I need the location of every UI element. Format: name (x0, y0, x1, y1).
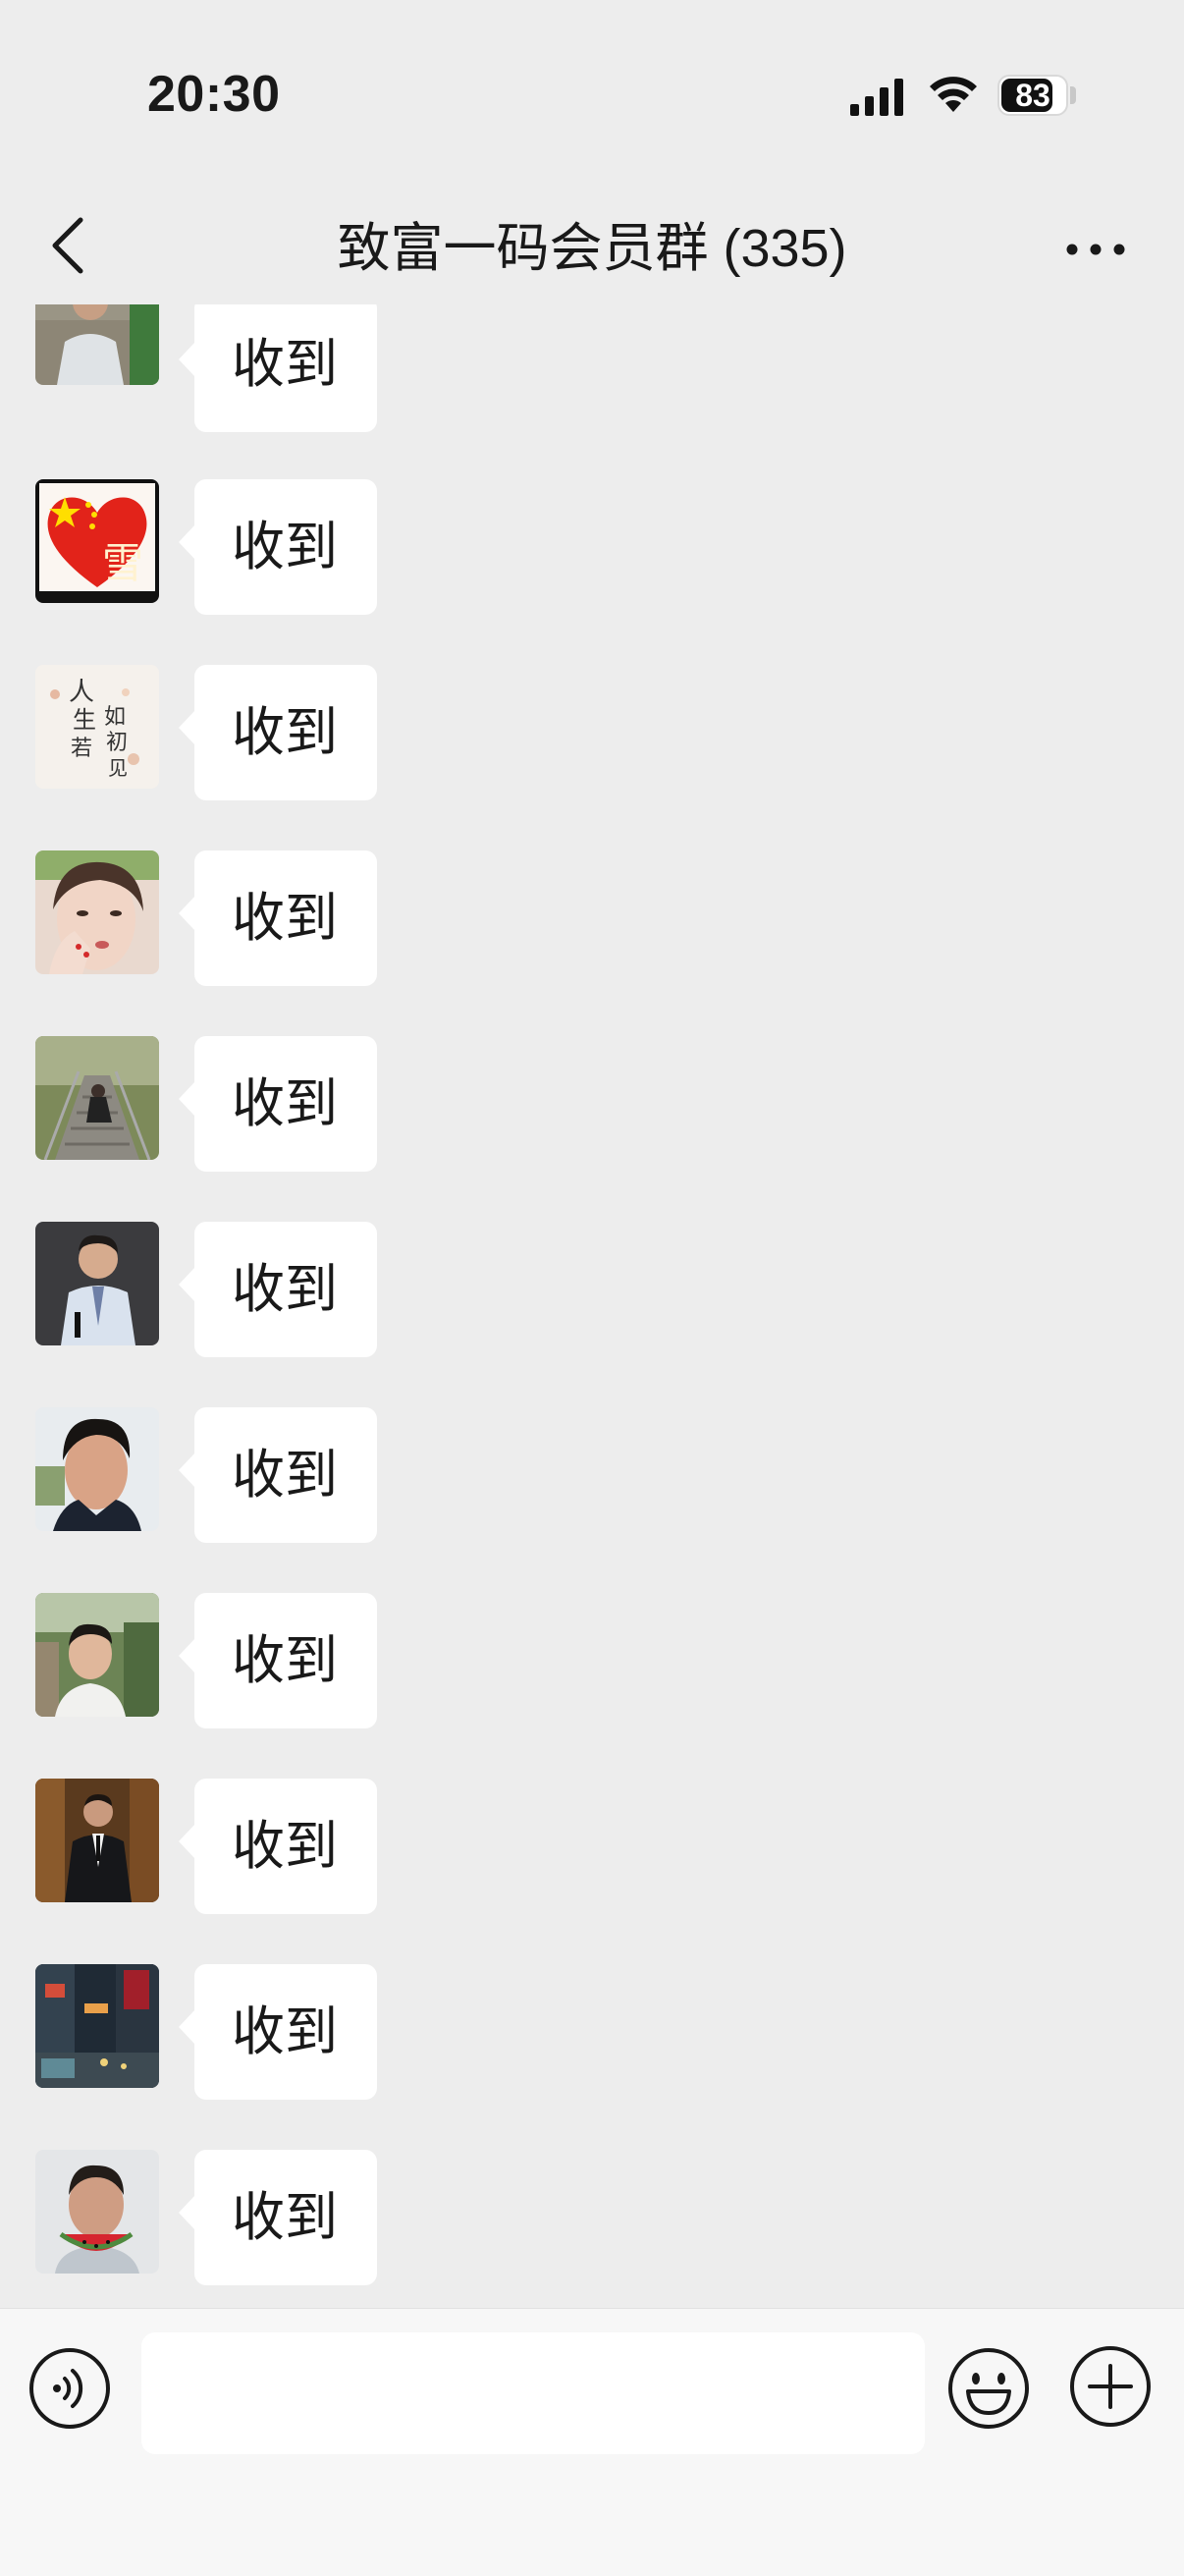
svg-text:见: 见 (108, 756, 128, 780)
avatar[interactable] (35, 1222, 159, 1345)
message-input[interactable] (141, 2332, 925, 2454)
nav-bar: 致富一码会员群 (335) (0, 187, 1184, 304)
emoji-button[interactable] (946, 2346, 1031, 2431)
message-bubble[interactable]: 收到 (179, 479, 377, 615)
message-bubble[interactable]: 收到 (179, 1222, 377, 1357)
svg-text:初: 初 (106, 731, 128, 755)
svg-text:如: 如 (104, 705, 126, 730)
avatar[interactable] (35, 304, 159, 385)
svg-text:雪: 雪 (102, 539, 143, 587)
avatar[interactable]: 人 生 若 如 初 见 (35, 665, 159, 789)
svg-text:人: 人 (69, 678, 94, 707)
chat-title: 致富一码会员群 (335) (337, 219, 847, 278)
more-options-button[interactable] (1060, 216, 1139, 275)
message-row: 雪 收到 (0, 479, 1184, 617)
message-bubble[interactable]: 收到 (179, 1407, 377, 1543)
battery-nub (1070, 86, 1076, 104)
message-bubble[interactable]: 收到 (179, 665, 377, 800)
message-row: 人 生 若 如 初 见 收到 (0, 665, 1184, 802)
voice-input-button[interactable] (27, 2346, 112, 2431)
message-bubble[interactable]: 收到 (179, 304, 377, 432)
more-functions-button[interactable] (1068, 2344, 1153, 2429)
status-bar: 20:30 83 (0, 0, 1184, 187)
message-row: 收到 (0, 1407, 1184, 1545)
input-bar (0, 2308, 1184, 2576)
cellular-signal-icon (850, 79, 903, 116)
message-bubble[interactable]: 收到 (179, 850, 377, 986)
message-bubble[interactable]: 收到 (179, 1036, 377, 1172)
avatar[interactable] (35, 1964, 159, 2088)
message-bubble[interactable]: 收到 (179, 1964, 377, 2100)
message-row: 收到 (0, 2150, 1184, 2287)
message-row: 收到 (0, 850, 1184, 988)
svg-text:若: 若 (71, 737, 92, 761)
message-row: 收到 (0, 1964, 1184, 2102)
message-bubble[interactable]: 收到 (179, 1593, 377, 1728)
message-row: 收到 (0, 1036, 1184, 1174)
avatar[interactable] (35, 1407, 159, 1531)
avatar[interactable]: 雪 (35, 479, 159, 603)
message-row: 收到 (0, 1779, 1184, 1916)
svg-text:生: 生 (73, 706, 96, 734)
battery-level-text: 83 (1015, 77, 1050, 113)
message-row: 收到 (0, 1222, 1184, 1359)
wifi-icon (930, 77, 977, 112)
message-bubble[interactable]: 收到 (179, 1779, 377, 1914)
battery-icon: 83 (997, 75, 1068, 116)
avatar[interactable] (35, 1779, 159, 1902)
status-time: 20:30 (147, 66, 281, 123)
chat-message-list[interactable]: 收到 雪 收到 人 生 若 如 初 见 收到 收到 收到 收到 收到 收到 收到… (0, 304, 1184, 2308)
message-row: 收到 (0, 1593, 1184, 1730)
avatar[interactable] (35, 1036, 159, 1160)
message-row: 收到 (0, 304, 1184, 438)
avatar[interactable] (35, 850, 159, 974)
avatar[interactable] (35, 1593, 159, 1717)
avatar[interactable] (35, 2150, 159, 2274)
message-bubble[interactable]: 收到 (179, 2150, 377, 2285)
